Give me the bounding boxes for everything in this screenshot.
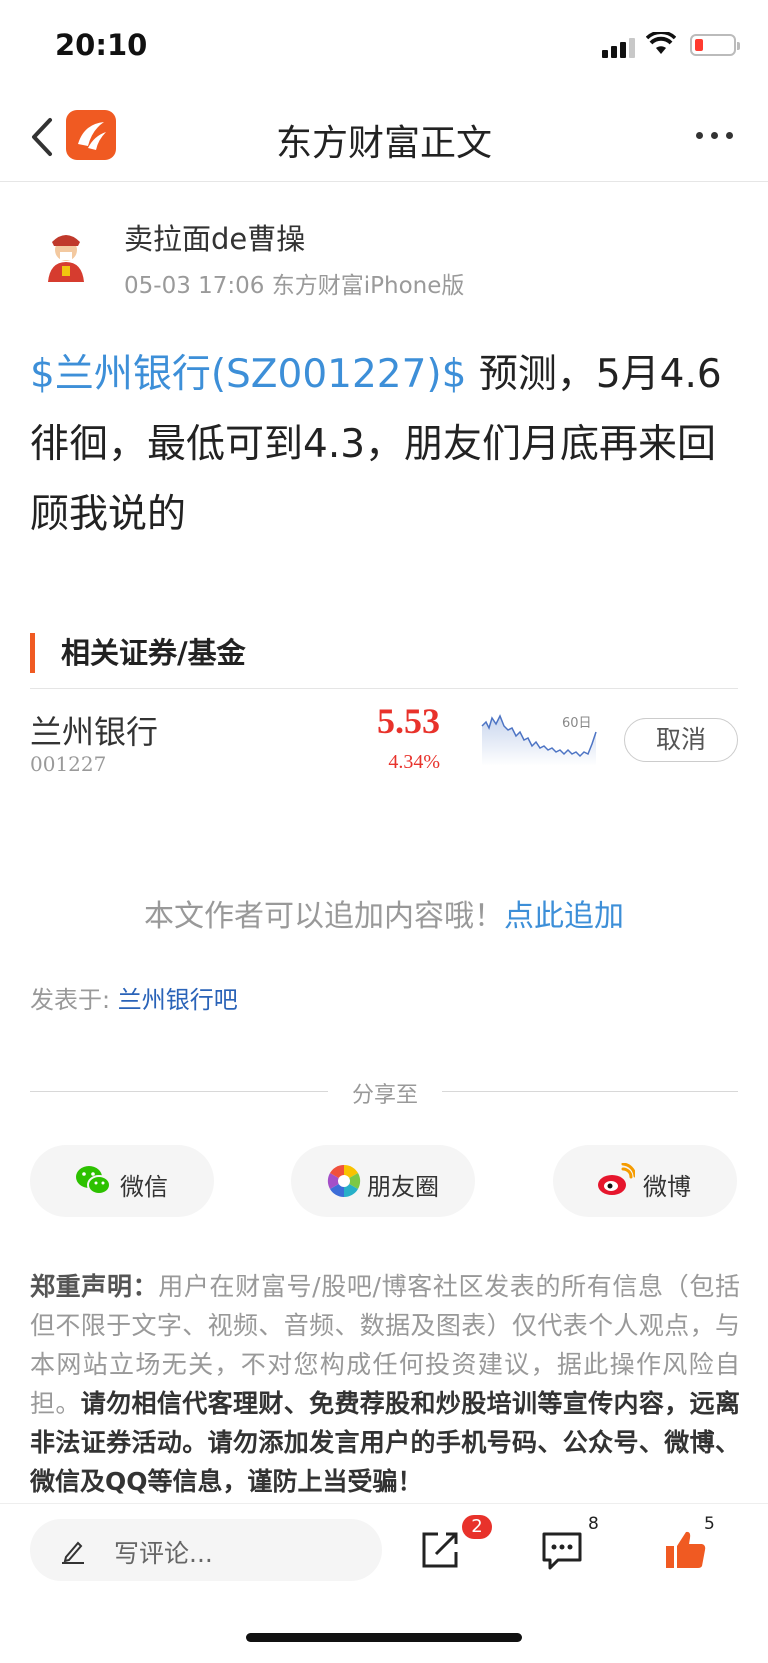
wechat-icon	[76, 1166, 111, 1195]
like-thumb-icon[interactable]	[664, 1528, 708, 1572]
related-section-title: 相关证券/基金	[30, 633, 246, 673]
disclaimer-head: 郑重声明：	[30, 1272, 159, 1301]
divider	[30, 1091, 328, 1092]
stock-name[interactable]: 兰州银行	[30, 707, 158, 753]
moments-icon	[327, 1164, 361, 1198]
post-meta: 05-03 17:06 东方财富iPhone版	[124, 273, 465, 299]
home-indicator	[246, 1633, 522, 1642]
comment-placeholder: 写评论...	[114, 1539, 213, 1568]
weibo-icon	[598, 1163, 635, 1195]
share-count-badge: 2	[462, 1515, 492, 1539]
status-time: 20:10	[55, 28, 148, 62]
append-link[interactable]: 点此追加	[504, 899, 624, 934]
disclaimer-warning: 请勿相信代客理财、免费荐股和炒股培训等宣传内容，远离非法证券活动。请勿添加发言用…	[30, 1389, 740, 1496]
author-avatar[interactable]	[38, 228, 94, 284]
stock-tag-link[interactable]: $兰州银行(SZ001227)$	[30, 352, 466, 397]
share-moments-label: 朋友圈	[367, 1173, 439, 1201]
author-name[interactable]: 卖拉面de曹操	[124, 216, 305, 258]
pen-icon	[62, 1541, 84, 1564]
article-body: $兰州银行(SZ001227)$ 预测，5月4.6徘徊，最低可到4.3，朋友们月…	[30, 340, 742, 550]
comment-icon[interactable]	[540, 1528, 584, 1572]
append-row: 本文作者可以追加内容哦！点此追加	[0, 891, 768, 935]
stock-change: 4.34%	[388, 751, 440, 773]
sparkline-period-label: 60日	[562, 716, 592, 731]
share-wechat-button[interactable]: 微信	[30, 1145, 214, 1217]
status-bar: 20:10	[0, 0, 768, 92]
share-weibo-label: 微博	[643, 1173, 691, 1201]
disclaimer: 郑重声明：用户在财富号/股吧/博客社区发表的所有信息（包括但不限于文字、视频、音…	[30, 1267, 740, 1503]
share-moments-button[interactable]: 朋友圈	[291, 1145, 475, 1217]
wifi-icon	[646, 32, 676, 54]
append-hint: 本文作者可以追加内容哦！	[144, 899, 504, 934]
like-count: 5	[704, 1514, 715, 1534]
share-icon[interactable]	[418, 1528, 462, 1572]
page-title: 东方财富正文	[275, 123, 492, 164]
battery-icon	[690, 34, 740, 56]
forum-link[interactable]: 兰州银行吧	[118, 986, 238, 1014]
more-options-button[interactable]	[696, 132, 736, 144]
posted-in: 发表于: 兰州银行吧	[30, 980, 238, 1015]
share-weibo-button[interactable]: 微博	[553, 1145, 737, 1217]
divider	[30, 688, 738, 689]
share-wechat-label: 微信	[120, 1173, 168, 1201]
cellular-signal-icon	[602, 36, 636, 58]
nav-bar: 东方财富正文	[0, 92, 768, 182]
stock-code: 001227	[30, 752, 107, 776]
divider	[442, 1091, 738, 1092]
comment-input[interactable]: 写评论...	[30, 1519, 382, 1581]
stock-price: 5.53	[377, 701, 440, 741]
posted-in-label: 发表于:	[30, 986, 118, 1014]
cancel-follow-button[interactable]: 取消	[624, 718, 738, 762]
share-label: 分享至	[351, 1083, 418, 1108]
comment-count: 8	[588, 1514, 599, 1534]
